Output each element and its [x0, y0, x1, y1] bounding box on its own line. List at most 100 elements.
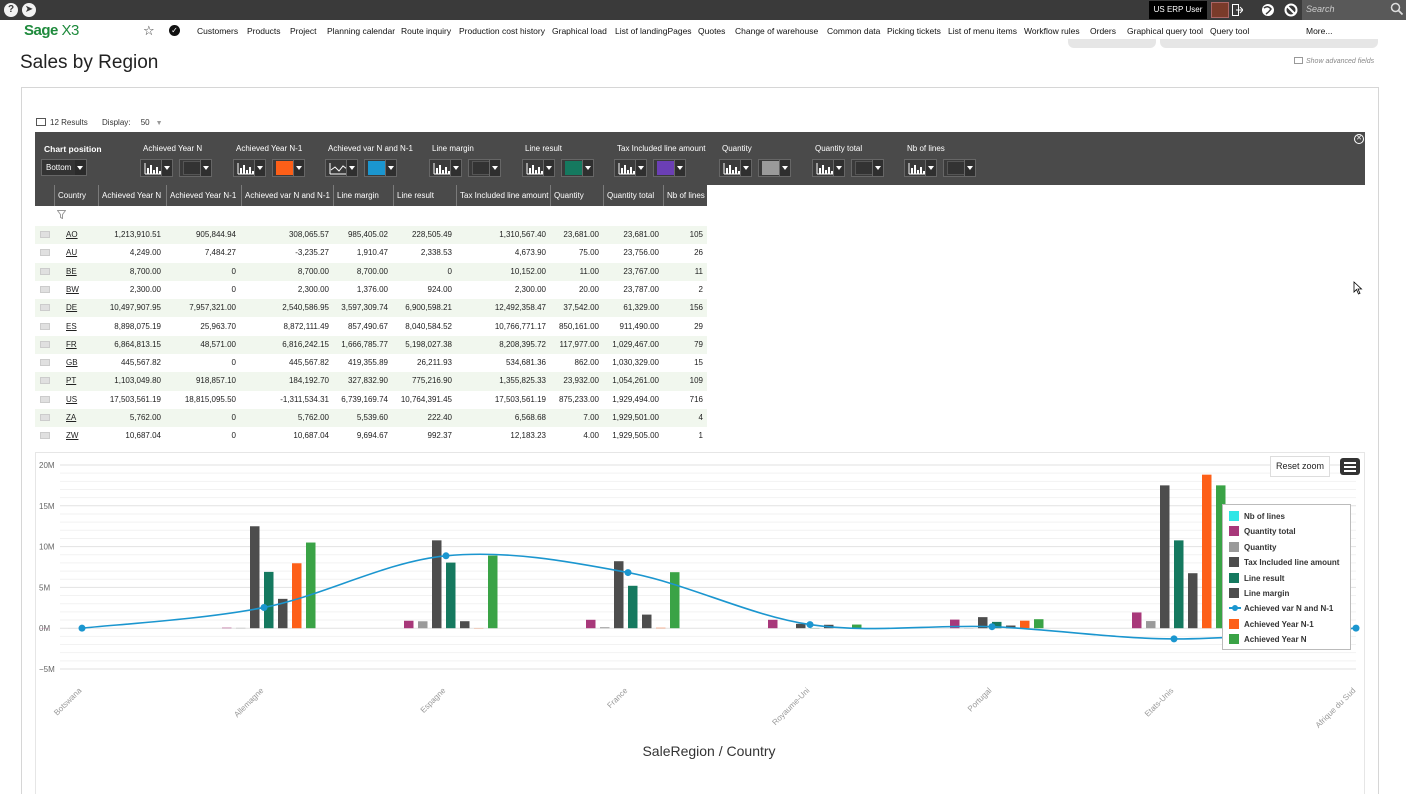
table-row[interactable]: ZA5,762.0005,762.005,539.60222.406,568.6… — [35, 409, 707, 427]
help-icon[interactable]: ? — [4, 3, 18, 17]
chevron-down-icon[interactable]: ▼ — [156, 120, 163, 127]
legend-item-achieved-year-n-1[interactable]: Achieved Year N-1 — [1229, 619, 1314, 631]
table-row[interactable]: BW2,300.0002,300.001,376.00924.002,300.0… — [35, 281, 707, 299]
nav-item-more[interactable]: More... — [1306, 26, 1332, 36]
nav-item-graphical-query-tool[interactable]: Graphical query tool — [1127, 26, 1203, 36]
star-icon[interactable]: ☆ — [143, 23, 155, 39]
color-select-achieved-year-n-1[interactable] — [272, 159, 305, 177]
chevron-down-icon[interactable] — [740, 160, 751, 176]
color-select-nb-of-lines[interactable] — [943, 159, 976, 177]
chevron-down-icon[interactable] — [450, 160, 461, 176]
search-icon[interactable] — [1390, 2, 1404, 16]
nav-item-list-of-menu-items[interactable]: List of menu items — [948, 26, 1017, 36]
nav-item-workflow-rules[interactable]: Workflow rules — [1024, 26, 1080, 36]
chevron-down-icon[interactable] — [75, 160, 86, 175]
logo[interactable]: Sage X3 — [24, 22, 79, 39]
chart-type-select-tax-included-line-amount[interactable] — [614, 159, 647, 177]
chevron-down-icon[interactable] — [964, 160, 975, 176]
no-access-icon[interactable] — [1284, 3, 1298, 17]
column-header-achieved-year-n-1[interactable]: Achieved Year N-1 — [166, 185, 241, 206]
chevron-down-icon[interactable] — [833, 160, 844, 176]
table-row[interactable]: ES8,898,075.1925,963.708,872,111.49857,4… — [35, 318, 707, 336]
check-icon[interactable]: ✓ — [169, 25, 180, 36]
show-advanced-fields-link[interactable]: Show advanced fields — [1294, 57, 1374, 65]
nav-item-list-of-landing-pages[interactable]: List of landingPages — [615, 26, 692, 36]
chevron-down-icon[interactable] — [779, 160, 790, 176]
column-header-country[interactable]: Country — [54, 185, 98, 206]
color-select-achieved-var-n-and-n-1[interactable] — [364, 159, 397, 177]
chevron-down-icon[interactable] — [385, 160, 396, 176]
nav-item-orders[interactable]: Orders — [1090, 26, 1116, 36]
reset-zoom-button[interactable]: Reset zoom — [1270, 456, 1330, 477]
chart-type-select-quantity-total[interactable] — [812, 159, 845, 177]
column-header-quantity-total[interactable]: Quantity total — [603, 185, 663, 206]
chevron-down-icon[interactable] — [925, 160, 936, 176]
filter-icon[interactable] — [57, 210, 66, 219]
search-input[interactable]: Search — [1306, 4, 1335, 14]
column-header-achieved-var-n-and-n-1[interactable]: Achieved var N and N-1 — [241, 185, 333, 206]
nav-item-project[interactable]: Project — [290, 26, 316, 36]
nav-item-route-inquiry[interactable]: Route inquiry — [401, 26, 451, 36]
search-box[interactable]: Search — [1302, 0, 1406, 20]
color-select-tax-included-line-amount[interactable] — [653, 159, 686, 177]
list-icon[interactable] — [36, 118, 46, 126]
color-select-achieved-year-n[interactable] — [179, 159, 212, 177]
nav-item-production-cost-history[interactable]: Production cost history — [459, 26, 545, 36]
column-header-line-margin[interactable]: Line margin — [333, 185, 393, 206]
chart-type-select-nb-of-lines[interactable] — [904, 159, 937, 177]
chevron-down-icon[interactable] — [161, 160, 172, 176]
legend-item-achieved-var-n-and-n-1[interactable]: Achieved var N and N-1 — [1229, 603, 1333, 615]
nav-item-products[interactable]: Products — [247, 26, 281, 36]
nav-item-planning-calendar[interactable]: Planning calendar — [327, 26, 395, 36]
table-row[interactable]: PT1,103,049.80918,857.10184,192.70327,83… — [35, 372, 707, 390]
legend-item-line-result[interactable]: Line result — [1229, 573, 1284, 585]
compass-icon[interactable]: ➤ — [22, 3, 36, 17]
display-select[interactable]: 50 — [141, 118, 150, 127]
column-header-tax-included-line-amount[interactable]: Tax Included line amount — [456, 185, 550, 206]
chart-menu-icon[interactable] — [1340, 458, 1360, 475]
chart-type-select-achieved-var-n-and-n-1[interactable] — [325, 159, 358, 177]
chart-type-select-line-margin[interactable] — [429, 159, 462, 177]
legend-item-line-margin[interactable]: Line margin — [1229, 588, 1289, 600]
chart-type-select-achieved-year-n[interactable] — [140, 159, 173, 177]
close-icon[interactable]: ✕ — [1354, 134, 1364, 144]
column-header-quantity[interactable]: Quantity — [550, 185, 603, 206]
nav-item-customers[interactable]: Customers — [197, 26, 238, 36]
table-row[interactable]: ZW10,687.04010,687.049,694.67992.3712,18… — [35, 427, 707, 445]
color-select-quantity-total[interactable] — [851, 159, 884, 177]
color-select-quantity[interactable] — [758, 159, 791, 177]
table-row[interactable]: FR6,864,813.1548,571.006,816,242.151,666… — [35, 336, 707, 354]
sales-chart[interactable]: 20M15M10M5M0M−5MBotswanaAllemagneEspagne… — [36, 453, 1366, 795]
chevron-down-icon[interactable] — [635, 160, 646, 176]
chart-type-select-quantity[interactable] — [719, 159, 752, 177]
avatar[interactable] — [1211, 2, 1229, 18]
table-row[interactable]: BE8,700.0008,700.008,700.00010,152.0011.… — [35, 263, 707, 281]
nav-item-graphical-load[interactable]: Graphical load — [552, 26, 607, 36]
nav-item-change-of-warehouse[interactable]: Change of warehouse — [735, 26, 818, 36]
table-row[interactable]: AO1,213,910.51905,844.94308,065.57985,40… — [35, 226, 707, 244]
chevron-down-icon[interactable] — [200, 160, 211, 176]
chevron-down-icon[interactable] — [674, 160, 685, 176]
nav-item-picking-tickets[interactable]: Picking tickets — [887, 26, 941, 36]
chart-type-select-line-result[interactable] — [522, 159, 555, 177]
table-row[interactable]: DE10,497,907.957,957,321.002,540,586.953… — [35, 299, 707, 317]
section-tab[interactable] — [1068, 39, 1156, 48]
chevron-down-icon[interactable] — [543, 160, 554, 176]
logout-icon[interactable] — [1232, 4, 1243, 16]
column-header-nb-of-lines[interactable]: Nb of lines — [663, 185, 707, 206]
user-menu[interactable]: US ERP User — [1149, 1, 1207, 19]
legend-item-achieved-year-n[interactable]: Achieved Year N — [1229, 634, 1307, 646]
legend-item-tax-included-line-amount[interactable]: Tax Included line amount — [1229, 557, 1339, 569]
legend-item-quantity-total[interactable]: Quantity total — [1229, 526, 1296, 538]
column-header-line-result[interactable]: Line result — [393, 185, 456, 206]
color-select-line-result[interactable] — [561, 159, 594, 177]
table-row[interactable]: GB445,567.820445,567.82419,355.8926,211.… — [35, 354, 707, 372]
chart-position-select[interactable]: Bottom — [41, 159, 87, 176]
table-row[interactable]: US17,503,561.1918,815,095.50-1,311,534.3… — [35, 391, 707, 409]
column-header-achieved-year-n[interactable]: Achieved Year N — [98, 185, 166, 206]
nav-item-quotes[interactable]: Quotes — [698, 26, 725, 36]
chevron-down-icon[interactable] — [254, 160, 265, 176]
chevron-down-icon[interactable] — [346, 160, 357, 176]
color-select-line-margin[interactable] — [468, 159, 501, 177]
legend-item-quantity[interactable]: Quantity — [1229, 542, 1276, 554]
